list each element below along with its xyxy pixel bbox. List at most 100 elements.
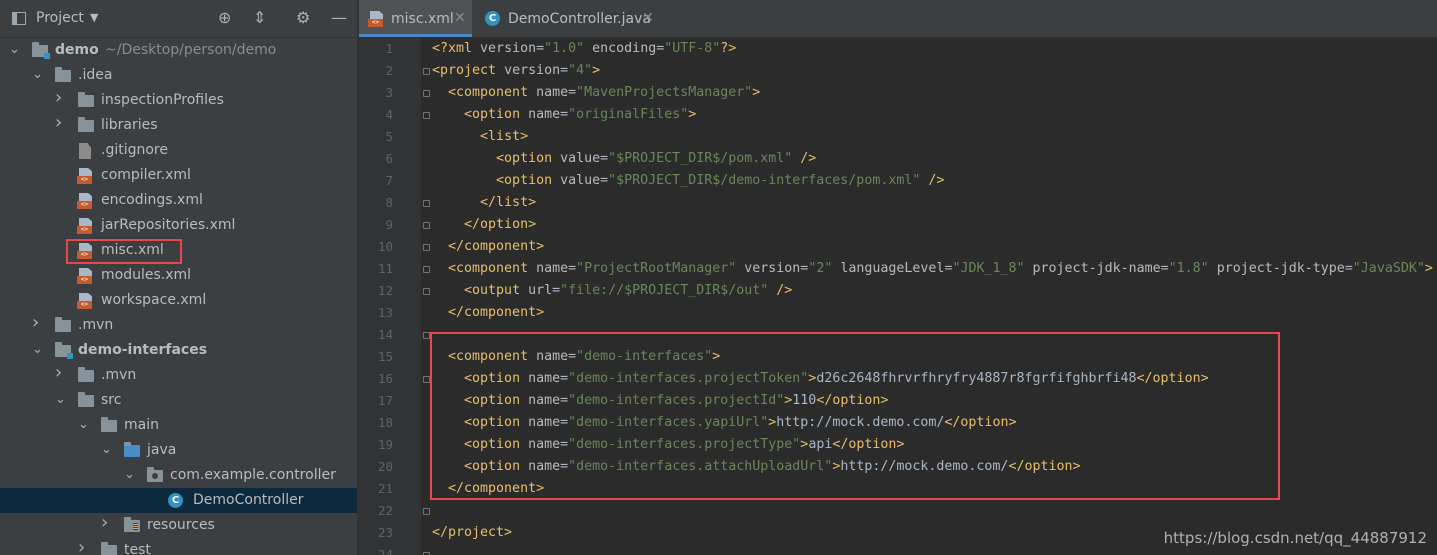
fold-marker-icon[interactable] xyxy=(423,376,430,383)
line-number: 24 xyxy=(377,547,393,555)
tree-item[interactable]: › inspectionProfiles xyxy=(0,88,357,113)
expand-down-chevron-icon[interactable]: ⌄ xyxy=(55,391,66,409)
source-folder-icon xyxy=(124,442,140,457)
line-number: 3 xyxy=(385,85,393,100)
fold-marker-icon[interactable] xyxy=(423,200,430,207)
tree-item[interactable]: C DemoController xyxy=(0,488,357,513)
code-token: = xyxy=(560,63,569,78)
code-token: "4" xyxy=(568,63,593,78)
fold-marker-icon[interactable] xyxy=(423,244,430,251)
expand-right-chevron-icon[interactable]: › xyxy=(55,89,62,107)
fold-marker-icon[interactable] xyxy=(423,68,430,75)
tree-item-label: workspace.xml xyxy=(101,292,207,308)
xml-file-icon: <> xyxy=(77,193,92,209)
code-token: ?> xyxy=(720,41,737,56)
code-token: <output xyxy=(464,283,529,298)
editor-area: <> misc.xml ✕ C DemoController.java ✕ 12… xyxy=(359,0,1437,555)
expand-down-chevron-icon[interactable]: ⌄ xyxy=(32,66,43,84)
code-line: <project version="4"> xyxy=(432,60,600,82)
folder-icon xyxy=(78,392,94,407)
expand-down-chevron-icon[interactable]: ⌄ xyxy=(78,416,89,434)
collapse-all-icon[interactable]: ⇕ xyxy=(253,9,266,27)
line-number: 12 xyxy=(377,283,393,298)
line-number: 1 xyxy=(385,41,393,56)
code-token: languageLevel xyxy=(840,261,945,276)
line-number: 6 xyxy=(385,151,393,166)
fold-marker-icon[interactable] xyxy=(423,288,430,295)
line-number: 22 xyxy=(377,503,393,518)
line-number: 11 xyxy=(377,261,393,276)
expand-right-chevron-icon[interactable]: › xyxy=(101,514,108,532)
tab-democontroller-java[interactable]: C DemoController.java ✕ xyxy=(472,0,664,37)
close-tab-icon[interactable]: ✕ xyxy=(454,10,466,26)
code-token: <?xml xyxy=(432,41,481,56)
code-line: </list> xyxy=(432,192,536,214)
locate-file-icon[interactable]: ⊕ xyxy=(218,9,231,27)
expand-down-chevron-icon[interactable]: ⌄ xyxy=(101,441,112,459)
expand-right-chevron-icon[interactable]: › xyxy=(32,314,39,332)
tree-item[interactable]: › .mvn xyxy=(0,363,357,388)
hide-panel-icon[interactable]: — xyxy=(331,9,347,27)
editor-tab-bar: <> misc.xml ✕ C DemoController.java ✕ xyxy=(359,0,1437,38)
tree-item[interactable]: .gitignore xyxy=(0,138,357,163)
tree-item[interactable]: ⌄ src xyxy=(0,388,357,413)
code-token: /> xyxy=(776,283,793,298)
line-number-gutter[interactable]: 1 2 3 4 5 6 7 8 9 10 11 12 13 14 15 16 17 18 19 20 21 22 23 24 xyxy=(359,38,421,555)
project-panel-title[interactable]: Project xyxy=(36,10,84,26)
code-token: > xyxy=(1424,261,1433,276)
code-token: value xyxy=(560,151,601,166)
tree-item[interactable]: <> workspace.xml xyxy=(0,288,357,313)
code-token: version xyxy=(480,41,537,56)
tree-item[interactable]: <> encodings.xml xyxy=(0,188,357,213)
tree-item[interactable]: <> modules.xml xyxy=(0,263,357,288)
tab-misc-xml[interactable]: <> misc.xml ✕ xyxy=(359,0,472,37)
tree-item[interactable]: ⌄ java xyxy=(0,438,357,463)
project-window-icon[interactable] xyxy=(12,12,26,25)
expand-right-chevron-icon[interactable]: › xyxy=(78,539,85,555)
tree-item[interactable]: ⌄ demo-interfaces xyxy=(0,338,357,363)
tree-item-label: encodings.xml xyxy=(101,192,203,208)
code-token: value xyxy=(560,173,601,188)
xml-file-icon: <> xyxy=(77,218,92,234)
fold-marker-icon[interactable] xyxy=(423,222,430,229)
code-token: = xyxy=(568,85,577,100)
tree-item[interactable]: ⌄ com.example.controller xyxy=(0,463,357,488)
view-dropdown-chevron-icon[interactable]: ▼ xyxy=(90,11,98,24)
tree-item[interactable]: ⌄ .idea xyxy=(0,63,357,88)
tree-item[interactable]: › test xyxy=(0,538,357,555)
tree-item[interactable]: › .mvn xyxy=(0,313,357,338)
tab-label: DemoController.java xyxy=(508,11,651,27)
tree-item[interactable]: <> compiler.xml xyxy=(0,163,357,188)
expand-right-chevron-icon[interactable]: › xyxy=(55,114,62,132)
tree-item[interactable]: › resources xyxy=(0,513,357,538)
tree-item-label: libraries xyxy=(101,117,158,133)
expand-down-chevron-icon[interactable]: ⌄ xyxy=(124,466,135,484)
fold-marker-icon[interactable] xyxy=(423,508,430,515)
fold-marker-icon[interactable] xyxy=(423,112,430,119)
expand-right-chevron-icon[interactable]: › xyxy=(55,364,62,382)
code-token: "ProjectRootManager" xyxy=(576,261,737,276)
code-token: = xyxy=(600,151,609,166)
expand-down-chevron-icon[interactable]: ⌄ xyxy=(32,341,43,359)
close-tab-icon[interactable]: ✕ xyxy=(642,10,654,26)
settings-gear-icon[interactable]: ⚙ xyxy=(296,9,310,27)
code-token: project-jdk-type xyxy=(1216,261,1345,276)
fold-marker-icon[interactable] xyxy=(423,90,430,97)
code-token: encoding xyxy=(592,41,657,56)
line-number: 5 xyxy=(385,129,393,144)
folder-icon xyxy=(55,317,71,332)
code-line: </component> xyxy=(432,236,544,258)
fold-marker-icon[interactable] xyxy=(423,332,430,339)
tree-item[interactable]: ⌄ demo ~/Desktop/person/demo xyxy=(0,38,357,63)
fold-marker-icon[interactable] xyxy=(423,266,430,273)
code-token: = xyxy=(1344,261,1353,276)
tree-item[interactable]: › libraries xyxy=(0,113,357,138)
project-panel: Project ▼ ⊕ ⇕ ⚙ — ⌄ demo ~/Desktop/person/… xyxy=(0,0,357,555)
tree-item[interactable]: ⌄ main xyxy=(0,413,357,438)
tree-item[interactable]: <> jarRepositories.xml xyxy=(0,213,357,238)
expand-down-chevron-icon[interactable]: ⌄ xyxy=(9,41,20,59)
